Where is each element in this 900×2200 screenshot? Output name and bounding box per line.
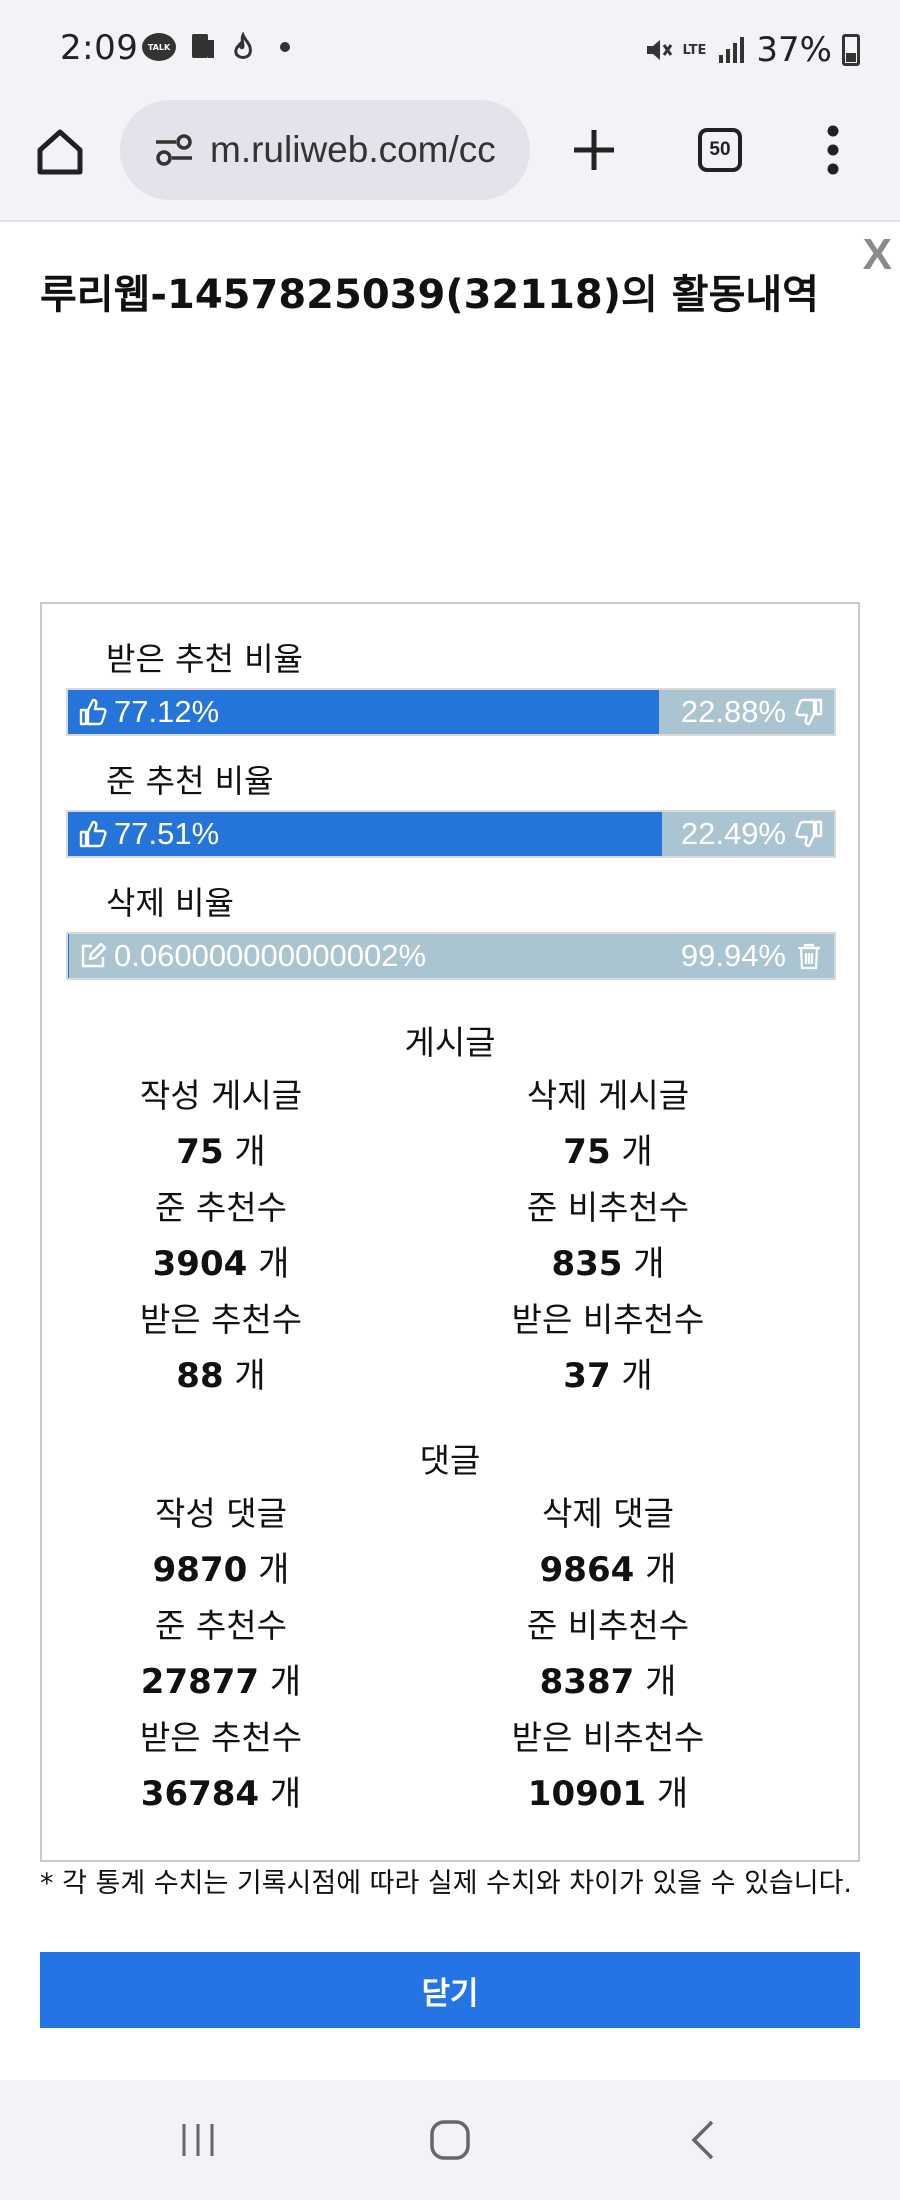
url-text[interactable]: m.ruliweb.com/cc [210,129,496,171]
back-icon[interactable] [686,2118,718,2162]
status-time: 2:09 [60,28,139,68]
stat-label: 준 추천수 [155,1606,287,1645]
stats-panel: 받은 추천 비율 77.12% 22.88% 준 추천 비율 77.51% 22… [40,602,860,1862]
stat-value: 10901 개 [527,1774,689,1814]
stat-value: 88 개 [176,1356,266,1396]
stat-value: 9864 개 [539,1550,677,1590]
stat-label: 준 비추천수 [526,1606,690,1645]
talk-icon: TALK [142,33,176,61]
ratio-left-value: 77.12% [114,694,220,729]
ratio-bar-given: 77.51% 22.49% [66,810,836,858]
close-x-button[interactable]: X [863,230,892,280]
comments-section-title: 댓글 [419,1441,481,1480]
thumbs-up-icon [79,820,107,848]
trash-icon [798,943,820,970]
browser-toolbar: m.ruliweb.com/cc 50 [0,96,900,220]
stat-posts-received-upvotes: 받은 추천수 88 개 [41,1292,401,1404]
ratio-bar-received: 77.12% 22.88% [66,688,836,736]
ratio-left-value: 77.51% [114,816,220,851]
stat-comments-received-upvotes: 받은 추천수 36784 개 [41,1710,401,1822]
stat-label: 삭제 게시글 [526,1076,690,1115]
home-icon[interactable] [34,126,86,178]
battery-icon [842,34,860,66]
edit-icon [81,942,107,968]
signal-icon [719,37,745,63]
fire-icon [234,32,252,59]
stat-posts-deleted: 삭제 게시글 75 개 [428,1068,788,1180]
status-bar: 2:09 TALK LTE 37% [0,0,900,96]
stat-label: 받은 추천수 [139,1300,303,1339]
stat-value: 37 개 [563,1356,653,1396]
stat-label: 받은 비추천수 [511,1718,705,1757]
address-bar[interactable]: m.ruliweb.com/cc [120,100,530,200]
notification-icons: TALK [142,32,290,62]
stat-posts-given-downvotes: 준 비추천수 835 개 [428,1180,788,1292]
ratio-left-value: 0.060000000000002% [114,938,427,973]
ratio-right-value: 22.88% [680,694,786,729]
stat-label: 작성 댓글 [155,1494,287,1533]
site-settings-icon[interactable] [154,133,194,167]
recent-apps-icon[interactable] [178,2120,218,2160]
stat-posts-received-downvotes: 받은 비추천수 37 개 [428,1292,788,1404]
stat-value: 75 개 [176,1132,266,1172]
stat-label: 받은 비추천수 [511,1300,705,1339]
tab-switcher-button[interactable]: 50 [698,128,742,172]
phone-storage-icon [192,34,214,58]
stat-label: 준 추천수 [155,1188,287,1227]
ratio-right-value: 22.49% [680,816,786,851]
page-title: 루리웹-1457825039(32118)의 활동내역 [40,272,819,318]
stat-comments-given-upvotes: 준 추천수 27877 개 [41,1598,401,1710]
new-tab-icon[interactable] [570,126,618,174]
stat-value: 8387 개 [539,1662,677,1702]
stat-posts-written: 작성 게시글 75 개 [41,1068,401,1180]
thumbs-down-icon [795,820,823,848]
ratio-label-given: 준 추천 비율 [106,762,274,800]
mute-icon [646,40,672,60]
close-button[interactable]: 닫기 [40,1952,860,2028]
stat-comments-deleted: 삭제 댓글 9864 개 [428,1486,788,1598]
stat-comments-received-downvotes: 받은 비추천수 10901 개 [428,1710,788,1822]
stats-disclaimer: * 각 통계 수치는 기록시점에 따라 실제 수치와 차이가 있을 수 있습니다… [40,1868,853,1899]
more-options-icon[interactable] [826,124,840,176]
stat-value: 75 개 [563,1132,653,1172]
stat-label: 삭제 댓글 [542,1494,674,1533]
ratio-right-value: 99.94% [680,938,786,973]
ratio-label-received: 받은 추천 비율 [106,640,303,678]
stat-label: 받은 추천수 [139,1718,303,1757]
activity-popup: X 루리웹-1457825039(32118)의 활동내역 받은 추천 비율 7… [0,220,900,2080]
stat-value: 9870 개 [152,1550,290,1590]
posts-section-title: 게시글 [404,1023,496,1062]
stat-comments-given-downvotes: 준 비추천수 8387 개 [428,1598,788,1710]
stat-posts-given-upvotes: 준 추천수 3904 개 [41,1180,401,1292]
network-type: LTE [682,42,707,58]
ratio-label-deleted: 삭제 비율 [106,884,234,922]
system-icons: LTE 37% [643,30,860,70]
stat-comments-written: 작성 댓글 9870 개 [41,1486,401,1598]
stat-label: 작성 게시글 [139,1076,303,1115]
stat-value: 36784 개 [140,1774,302,1814]
home-nav-icon[interactable] [428,2118,472,2162]
ratio-bar-deleted: 0.060000000000002% 99.94% [66,932,836,980]
more-notifications-icon [280,42,290,52]
stat-value: 835 개 [551,1244,665,1284]
battery-percent: 37% [756,30,832,70]
stat-value: 27877 개 [140,1662,302,1702]
stat-label: 준 비추천수 [526,1188,690,1227]
thumbs-up-icon [79,698,107,726]
stat-value: 3904 개 [152,1244,290,1284]
system-nav-bar [0,2080,900,2200]
thumbs-down-icon [795,698,823,726]
